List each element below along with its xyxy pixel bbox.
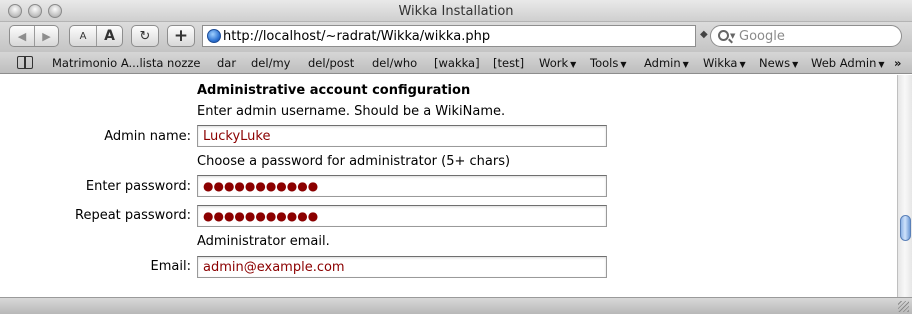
enter-password-label: Enter password: [85, 179, 191, 194]
email-hint: Administrator email. [197, 234, 330, 249]
chevron-down-icon: ▼ [682, 60, 689, 69]
password-hint: Choose a password for administrator (5+ … [197, 154, 511, 169]
bookmark-menu-label: Web Admin [811, 56, 877, 70]
email-input[interactable]: admin@example.com [197, 256, 607, 278]
browser-toolbar: ◀ ▶ A A ↻ + http://localhost/~radrat/Wik… [0, 22, 912, 52]
page-content: Administrative account configuration Ent… [0, 75, 897, 297]
bookmark-menu-news[interactable]: News ▼ [759, 56, 798, 70]
bookmark-menu-label: Work [539, 56, 569, 70]
username-hint: Enter admin username. Should be a WikiNa… [197, 104, 506, 119]
chevron-down-icon: ▼ [739, 60, 746, 69]
back-forward-group: ◀ ▶ [9, 25, 59, 47]
add-bookmark-button[interactable]: + [167, 25, 195, 47]
address-snapback-icon[interactable]: ◆ [700, 29, 708, 40]
text-smaller-button[interactable]: A [70, 26, 96, 46]
bookmark-item[interactable]: del/post [308, 56, 354, 70]
back-button[interactable]: ◀ [10, 26, 34, 46]
address-bar[interactable]: http://localhost/~radrat/Wikka/wikka.php [202, 25, 696, 47]
search-placeholder: Google [739, 28, 785, 44]
vertical-scrollbar[interactable] [897, 75, 912, 297]
resize-grip-icon[interactable] [898, 301, 909, 312]
scrollbar-thumb[interactable] [900, 215, 911, 241]
address-text: http://localhost/~radrat/Wikka/wikka.php [223, 28, 491, 44]
email-label: Email: [150, 259, 191, 274]
search-menu-chevron-icon[interactable]: ▼ [730, 32, 735, 40]
bookmark-item[interactable]: [test] [493, 56, 524, 70]
chevron-down-icon: ▼ [878, 60, 885, 69]
forward-arrow-icon: ▶ [42, 29, 51, 43]
globe-icon [207, 29, 221, 43]
window-titlebar: Wikka Installation [0, 0, 912, 22]
bookmark-item[interactable]: del/my [251, 56, 290, 70]
bookmark-menu-label: Admin [644, 56, 681, 70]
search-icon [718, 30, 729, 41]
status-bar [0, 297, 912, 314]
bookmarks-overflow-button[interactable]: » [894, 56, 901, 70]
bookmark-menu-admin[interactable]: Admin ▼ [644, 56, 689, 70]
bookmark-menu-wikka[interactable]: Wikka ▼ [703, 56, 746, 70]
admin-name-label: Admin name: [104, 129, 191, 144]
bookmark-menu-label: Wikka [703, 56, 738, 70]
bookmarks-bar: Matrimonio A...lista nozze dar del/my de… [0, 52, 912, 74]
text-bigger-button[interactable]: A [96, 26, 122, 46]
book-icon[interactable] [17, 56, 33, 69]
enter-password-input[interactable]: ●●●●●●●●●●● [197, 175, 607, 197]
bookmark-item[interactable]: Matrimonio A...lista nozze [52, 56, 201, 70]
bookmark-menu-web-admin[interactable]: Web Admin ▼ [811, 56, 885, 70]
plus-icon: + [173, 26, 189, 46]
bookmark-menu-label: Tools [590, 56, 619, 70]
window-title: Wikka Installation [398, 4, 514, 19]
chevron-down-icon: ▼ [570, 60, 577, 69]
admin-name-input[interactable]: LuckyLuke [197, 125, 607, 147]
forward-button[interactable]: ▶ [34, 26, 58, 46]
reload-button[interactable]: ↻ [131, 25, 159, 47]
bookmark-item[interactable]: dar [217, 56, 236, 70]
repeat-password-input[interactable]: ●●●●●●●●●●● [197, 205, 607, 227]
bookmark-menu-work[interactable]: Work ▼ [539, 56, 576, 70]
search-input[interactable]: ▼ Google [710, 25, 902, 47]
back-arrow-icon: ◀ [17, 29, 27, 43]
reload-icon: ↻ [139, 28, 151, 44]
repeat-password-label: Repeat password: [75, 208, 191, 223]
chevron-down-icon: ▼ [620, 60, 627, 69]
text-size-group: A A [69, 25, 123, 47]
bookmark-item[interactable]: [wakka] [434, 56, 480, 70]
bookmark-menu-label: News [759, 56, 791, 70]
bookmark-item[interactable]: del/who [372, 56, 417, 70]
bookmark-menu-tools[interactable]: Tools ▼ [590, 56, 627, 70]
chevron-down-icon: ▼ [792, 60, 799, 69]
section-heading: Administrative account configuration [197, 83, 471, 98]
